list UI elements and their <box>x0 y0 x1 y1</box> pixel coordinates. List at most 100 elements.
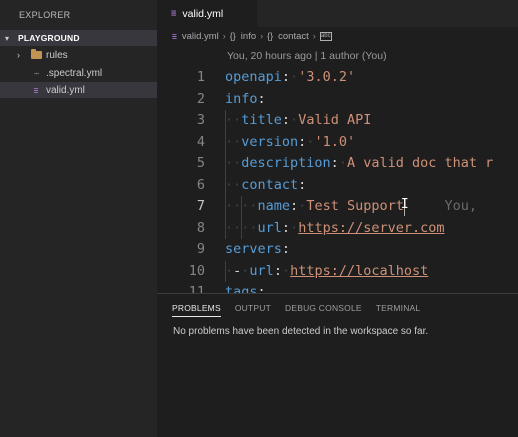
breadcrumb-info[interactable]: info <box>241 31 256 42</box>
chevron-right-icon: › <box>17 50 20 60</box>
line-content: ····name:·Test Support <box>225 198 404 214</box>
breadcrumb-separator-icon: › <box>260 31 264 41</box>
problems-message: No problems have been detected in the wo… <box>173 326 429 337</box>
tab-valid-yml[interactable]: ≡ valid.yml <box>157 0 257 27</box>
line-number: 9 <box>196 241 205 257</box>
git-codelens[interactable]: You, 20 hours ago | 1 author (You) <box>227 50 387 62</box>
workspace-folder-label: PLAYGROUND <box>18 33 80 43</box>
chevron-down-icon: ▾ <box>5 33 10 43</box>
line-number: 2 <box>196 90 205 107</box>
line-number: 6 <box>196 176 205 193</box>
yaml-file-icon: ≡ <box>172 31 177 41</box>
indent-guide <box>241 196 243 239</box>
whitespace-dot: · <box>290 112 299 128</box>
line-content: servers: <box>225 241 291 257</box>
tree-item-rules[interactable]: › rules <box>0 47 157 63</box>
whitespace-dot: ·· <box>225 133 242 150</box>
yaml-string-value: '1.0' <box>314 133 356 150</box>
mouse-ibeam-icon: I <box>400 197 409 212</box>
line-content: info: <box>225 90 266 107</box>
explorer-sidebar: EXPLORER ▾ PLAYGROUND › rules ⋯ .spectra… <box>0 0 157 437</box>
breadcrumb-file[interactable]: valid.yml <box>182 31 219 42</box>
code-line: 1 openapi:·'3.0.2' <box>157 67 518 89</box>
yaml-key: description <box>241 155 331 171</box>
line-number: 3 <box>196 112 205 128</box>
code-line: 2 info: <box>157 89 518 111</box>
bottom-panel: PROBLEMS OUTPUT DEBUG CONSOLE TERMINAL N… <box>157 293 518 437</box>
yaml-key: info <box>225 90 258 107</box>
code-editor[interactable]: 1 openapi:·'3.0.2' 2 info: 3 ··title:·Valid A… <box>157 67 518 293</box>
yaml-string-value: A valid doc that r <box>346 155 494 171</box>
breadcrumb: ≡ valid.yml › {} info › {} contact › abc <box>157 28 518 44</box>
tree-item-label: rules <box>46 49 68 61</box>
line-content: ··description:·A valid doc that r <box>225 155 494 171</box>
whitespace-dot: · <box>281 262 291 279</box>
yaml-file-icon: ≡ <box>33 85 39 95</box>
code-line: 6 ··contact: <box>157 175 518 197</box>
whitespace-dot: ·· <box>225 198 242 214</box>
line-content: ··version:·'1.0' <box>225 133 356 150</box>
whitespace-dot: · <box>290 69 299 85</box>
editor-area: ≡ valid.yml ≡ valid.yml › {} info › {} c… <box>157 0 518 293</box>
yaml-key: contact <box>241 176 299 193</box>
string-symbol-icon: abc <box>319 31 332 41</box>
yaml-key: version <box>241 133 299 150</box>
tree-item-label: .spectral.yml <box>46 67 103 79</box>
line-number: 5 <box>196 155 205 171</box>
whitespace-dot: ·· <box>225 112 242 128</box>
yaml-string-value: Test Support <box>306 198 404 214</box>
yaml-key: title <box>241 112 282 128</box>
tree-item-valid-yml[interactable]: ≡ valid.yml <box>0 82 157 98</box>
line-content: ·-·url:·https://localhost <box>225 262 429 279</box>
whitespace-dot: ·· <box>225 219 242 236</box>
line-number: 7 <box>196 198 205 214</box>
explorer-title: EXPLORER <box>19 10 71 20</box>
tree-item-spectral[interactable]: ⋯ .spectral.yml <box>0 65 157 81</box>
line-content: tags: <box>225 282 266 293</box>
yaml-key: openapi <box>225 69 282 85</box>
whitespace-dot: · <box>290 219 299 236</box>
yaml-key: tags <box>225 284 258 293</box>
whitespace-dot: · <box>338 155 347 171</box>
line-content: ··contact: <box>225 176 307 193</box>
whitespace-dot: ·· <box>241 198 258 214</box>
tab-problems[interactable]: PROBLEMS <box>172 303 221 317</box>
folder-icon <box>29 49 43 59</box>
yaml-url-value: https://localhost <box>290 262 429 279</box>
git-blame-inline: You, <box>444 198 477 214</box>
yaml-string-value: Valid API <box>298 112 372 128</box>
line-content: ····url:·https://server.com <box>225 219 445 236</box>
tab-output[interactable]: OUTPUT <box>235 303 271 317</box>
breadcrumb-separator-icon: › <box>222 31 226 41</box>
line-number: 1 <box>196 69 205 85</box>
line-content: openapi:·'3.0.2' <box>225 69 356 85</box>
panel-tabs: PROBLEMS OUTPUT DEBUG CONSOLE TERMINAL <box>157 303 434 317</box>
code-line: 5 ··description:·A valid doc that r <box>157 153 518 175</box>
code-line: 11 tags: <box>157 282 518 293</box>
workspace-folder-header[interactable]: ▾ PLAYGROUND <box>0 30 157 46</box>
object-symbol-icon: {} <box>267 31 274 41</box>
tree-item-label: valid.yml <box>46 84 85 96</box>
code-line: 9 servers: <box>157 239 518 261</box>
whitespace-dot: ·· <box>225 155 242 171</box>
code-line: 4 ··version:·'1.0' <box>157 132 518 154</box>
whitespace-dot: ·· <box>225 176 242 193</box>
indent-guide <box>225 110 226 239</box>
whitespace-dot: ·· <box>241 219 258 236</box>
settings-file-icon: ⋯ <box>34 68 39 78</box>
breadcrumb-separator-icon: › <box>312 31 316 41</box>
line-number: 8 <box>196 219 205 236</box>
tab-label: valid.yml <box>182 7 224 20</box>
code-line: 8 ····url:·https://server.com <box>157 218 518 240</box>
yaml-key: url <box>257 219 282 236</box>
breadcrumb-contact[interactable]: contact <box>278 31 309 42</box>
tab-debug-console[interactable]: DEBUG CONSOLE <box>285 303 362 317</box>
tab-terminal[interactable]: TERMINAL <box>376 303 421 317</box>
indent-guide <box>225 260 226 282</box>
yaml-key: url <box>249 262 274 279</box>
editor-tab-bar: ≡ valid.yml <box>157 0 518 27</box>
yaml-file-icon: ≡ <box>171 8 177 19</box>
yaml-key: servers <box>225 241 282 257</box>
line-number: 4 <box>196 133 205 150</box>
whitespace-dot: · <box>225 262 234 279</box>
